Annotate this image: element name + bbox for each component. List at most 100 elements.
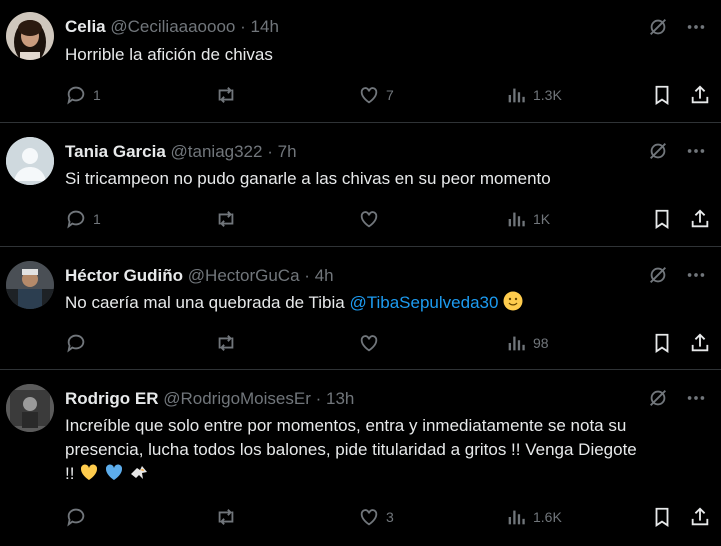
avatar-image bbox=[6, 12, 54, 60]
share-icon bbox=[691, 209, 709, 228]
username[interactable]: @RodrigoMoisesEr bbox=[163, 389, 311, 408]
timestamp[interactable]: 14h bbox=[251, 17, 279, 36]
heart-icon bbox=[360, 509, 378, 526]
like-button[interactable] bbox=[358, 208, 386, 230]
tweet-actions: 98 bbox=[65, 332, 715, 356]
tweet-text-line: Increíble que solo entre por momentos, e… bbox=[65, 416, 627, 435]
share-button[interactable] bbox=[689, 208, 711, 230]
reply-button[interactable]: 1 bbox=[65, 208, 101, 230]
tweet-header: Rodrigo ER @RodrigoMoisesEr · 13h bbox=[65, 389, 354, 409]
heart-icon bbox=[360, 335, 378, 352]
share-icon bbox=[691, 85, 709, 104]
tweet-1[interactable]: Celia @Ceciliaaaoooo · 14h Horrible la a… bbox=[0, 0, 721, 123]
tweet-top-icons bbox=[647, 387, 707, 409]
more-icon[interactable] bbox=[685, 16, 707, 38]
like-button[interactable]: 7 bbox=[358, 84, 394, 106]
share-button[interactable] bbox=[689, 84, 711, 106]
bookmark-button[interactable] bbox=[651, 208, 673, 230]
tweet-actions: 3 1.6K bbox=[65, 506, 715, 530]
reply-count: 1 bbox=[93, 87, 101, 103]
heart-icon bbox=[360, 211, 378, 228]
display-name[interactable]: Rodrigo ER bbox=[65, 389, 159, 408]
like-button[interactable] bbox=[358, 332, 386, 354]
separator: · bbox=[240, 17, 246, 36]
tweet-text: Si tricampeon no pudo ganarle a las chiv… bbox=[65, 169, 551, 188]
more-icon[interactable] bbox=[685, 387, 707, 409]
retweet-button[interactable] bbox=[215, 84, 243, 106]
tweet-top-icons bbox=[647, 140, 707, 162]
tweet-3[interactable]: Héctor Gudiño @HectorGuCa · 4h No caería… bbox=[0, 247, 721, 370]
avatar[interactable] bbox=[6, 12, 54, 60]
share-button[interactable] bbox=[689, 506, 711, 528]
display-name[interactable]: Celia bbox=[65, 17, 106, 36]
like-button[interactable]: 3 bbox=[358, 506, 394, 528]
share-button[interactable] bbox=[689, 332, 711, 354]
username[interactable]: @Ceciliaaaoooo bbox=[110, 17, 235, 36]
retweet-icon bbox=[218, 211, 234, 227]
display-name[interactable]: Tania Garcia bbox=[65, 142, 166, 161]
reply-button[interactable] bbox=[65, 506, 93, 528]
mention-link[interactable]: @TibaSepulveda30 bbox=[349, 293, 498, 312]
grok-icon[interactable] bbox=[647, 387, 669, 409]
bookmark-button[interactable] bbox=[651, 506, 673, 528]
retweet-button[interactable] bbox=[215, 506, 243, 528]
slightly-smiling-face-icon bbox=[503, 291, 523, 311]
retweet-icon bbox=[218, 509, 234, 525]
tweet-text-line: !! bbox=[65, 462, 705, 486]
like-count: 7 bbox=[386, 87, 394, 103]
reply-icon bbox=[67, 508, 85, 527]
share-icon bbox=[691, 333, 709, 352]
reply-button[interactable] bbox=[65, 332, 93, 354]
reply-icon bbox=[67, 210, 85, 229]
tweet-text-line: presencia, lucha todos los balones, pide… bbox=[65, 440, 637, 459]
tweet-header: Héctor Gudiño @HectorGuCa · 4h bbox=[65, 266, 334, 286]
separator: · bbox=[315, 389, 322, 408]
bookmark-icon bbox=[655, 209, 669, 229]
separator: · bbox=[267, 142, 273, 161]
views-button[interactable]: 1K bbox=[505, 208, 550, 230]
avatar[interactable] bbox=[6, 384, 54, 432]
bookmark-icon bbox=[655, 85, 669, 105]
reply-count: 1 bbox=[93, 211, 101, 227]
like-count: 3 bbox=[386, 509, 394, 525]
grok-icon[interactable] bbox=[647, 264, 669, 286]
eagle-icon bbox=[130, 466, 147, 479]
tweet-actions: 1 7 1.3K bbox=[65, 84, 715, 108]
bookmark-icon bbox=[655, 507, 669, 527]
username[interactable]: @HectorGuCa bbox=[188, 266, 300, 285]
timestamp[interactable]: 13h bbox=[326, 389, 354, 408]
views-button[interactable]: 1.6K bbox=[505, 506, 562, 528]
analytics-icon bbox=[508, 336, 525, 351]
bookmark-button[interactable] bbox=[651, 84, 673, 106]
grok-icon[interactable] bbox=[647, 140, 669, 162]
reply-button[interactable]: 1 bbox=[65, 84, 101, 106]
tweet-4[interactable]: Rodrigo ER @RodrigoMoisesEr · 13h Increí… bbox=[0, 370, 721, 546]
avatar[interactable] bbox=[6, 137, 54, 185]
more-icon[interactable] bbox=[685, 264, 707, 286]
views-button[interactable]: 1.3K bbox=[505, 84, 562, 106]
reply-icon bbox=[67, 86, 85, 105]
tweet-text-body: No caería mal una quebrada de Tibia bbox=[65, 293, 345, 312]
more-icon[interactable] bbox=[685, 140, 707, 162]
bookmark-button[interactable] bbox=[651, 332, 673, 354]
grok-icon[interactable] bbox=[647, 16, 669, 38]
username[interactable]: @taniag322 bbox=[171, 142, 263, 161]
tweet-header: Celia @Ceciliaaaoooo · 14h bbox=[65, 17, 279, 37]
tweet-text: No caería mal una quebrada de Tibia @Tib… bbox=[65, 291, 705, 315]
avatar[interactable] bbox=[6, 261, 54, 309]
retweet-button[interactable] bbox=[215, 208, 243, 230]
avatar-image bbox=[6, 261, 54, 309]
retweet-icon bbox=[218, 335, 234, 351]
tweet-2[interactable]: Tania Garcia @taniag322 · 7h Si tricampe… bbox=[0, 123, 721, 247]
yellow-heart-icon bbox=[81, 464, 98, 480]
bookmark-icon bbox=[655, 333, 669, 353]
retweet-button[interactable] bbox=[215, 332, 243, 354]
tweet-text: Increíble que solo entre por momentos, e… bbox=[65, 414, 705, 486]
heart-icon bbox=[360, 87, 378, 104]
views-button[interactable]: 98 bbox=[505, 332, 549, 354]
view-count: 98 bbox=[533, 335, 549, 351]
separator: · bbox=[304, 266, 310, 285]
timestamp[interactable]: 7h bbox=[278, 142, 297, 161]
timestamp[interactable]: 4h bbox=[315, 266, 334, 285]
display-name[interactable]: Héctor Gudiño bbox=[65, 266, 183, 285]
